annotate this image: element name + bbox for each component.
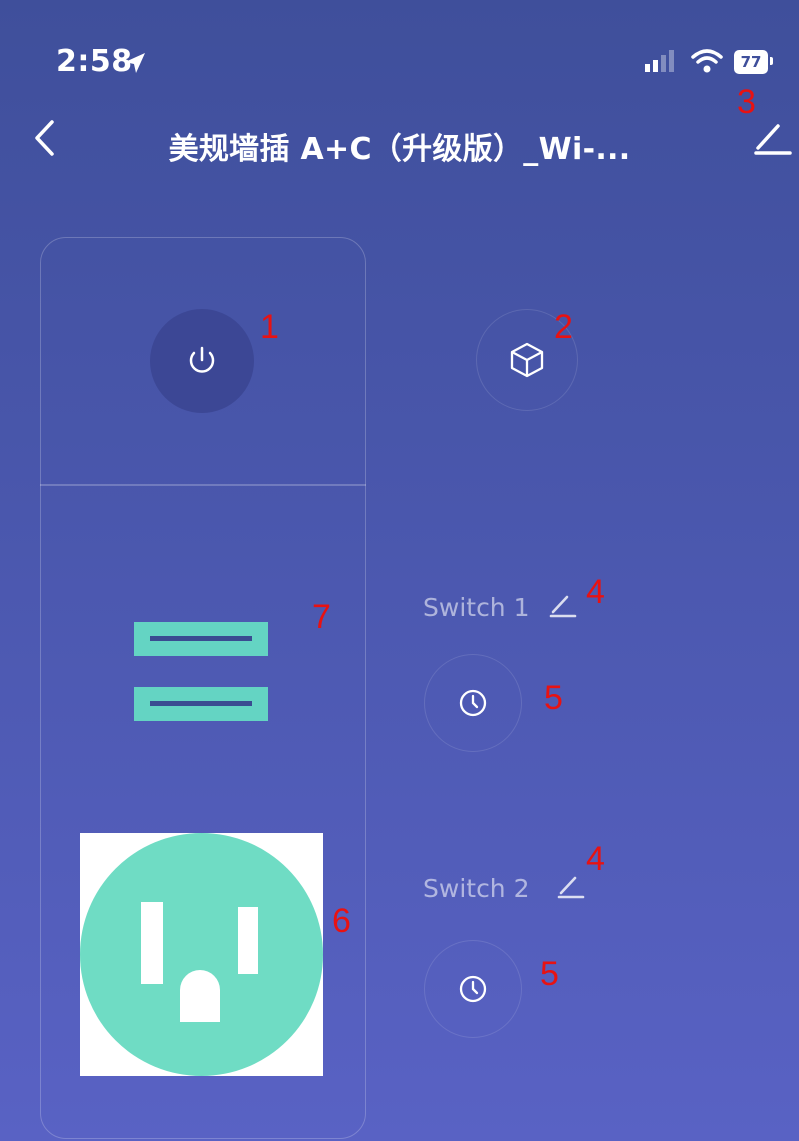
edit-switch-1-pencil-icon[interactable] xyxy=(545,589,579,621)
switch-1-label: Switch 1 xyxy=(423,593,530,622)
clock-icon xyxy=(459,975,487,1003)
outlet-face xyxy=(80,833,323,1076)
annotation-label: 7 xyxy=(312,598,331,636)
outlet-ground-hole xyxy=(180,970,220,1022)
outlet-image[interactable] xyxy=(80,833,323,1076)
annotation-label: 4 xyxy=(586,573,605,611)
usb-port-a xyxy=(134,622,268,656)
clock-icon xyxy=(459,689,487,717)
cellular-signal-icon xyxy=(645,50,674,72)
edit-device-pencil-icon[interactable] xyxy=(748,118,794,158)
annotation-label: 1 xyxy=(260,308,279,346)
annotation-label: 4 xyxy=(586,840,605,878)
usb-port-c xyxy=(134,687,268,721)
outlet-slot-left xyxy=(141,902,163,984)
battery-tip xyxy=(770,57,773,65)
switch-2-label: Switch 2 xyxy=(423,874,530,903)
annotation-label: 5 xyxy=(544,679,563,717)
power-button[interactable] xyxy=(150,309,254,413)
outlet-slot-right xyxy=(238,907,258,974)
annotation-label: 3 xyxy=(737,83,756,121)
switch-1-timer-button[interactable] xyxy=(424,654,522,752)
switch-2-timer-button[interactable] xyxy=(424,940,522,1038)
wifi-icon xyxy=(691,49,723,73)
edit-switch-2-pencil-icon[interactable] xyxy=(553,870,587,902)
card-divider xyxy=(40,484,366,486)
annotation-label: 5 xyxy=(540,955,559,993)
power-icon xyxy=(189,346,215,373)
annotation-label: 2 xyxy=(554,308,573,346)
cube-icon xyxy=(510,342,544,378)
annotation-label: 6 xyxy=(332,902,351,940)
battery-indicator: 77 xyxy=(734,50,768,74)
page-title: 美规墙插 A+C（升级版）_Wi-... xyxy=(168,132,631,167)
location-arrow-icon xyxy=(125,53,145,73)
